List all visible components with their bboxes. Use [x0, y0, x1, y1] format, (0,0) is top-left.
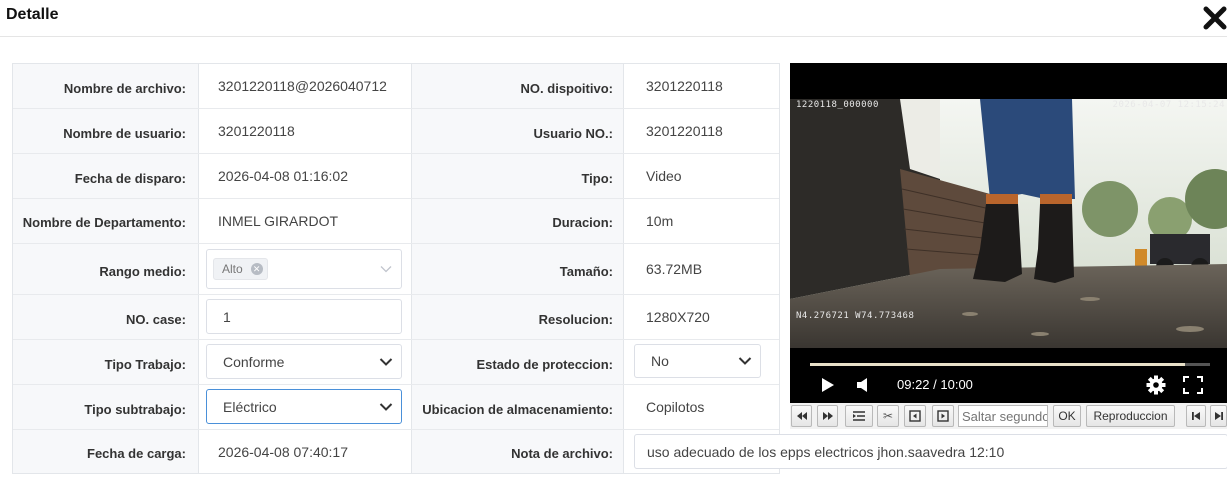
- osd-timestamp: 2026-04-07 12:15:24: [1112, 100, 1225, 110]
- label-rango-medio: Rango medio:: [99, 264, 186, 279]
- label-nombre-usuario: Nombre de usuario:: [63, 126, 186, 141]
- chevron-down-icon: [738, 357, 752, 365]
- volume-icon[interactable]: [856, 377, 870, 393]
- value-nombre-archivo: 3201220118@2026040712: [218, 78, 387, 94]
- label-tipo: Tipo:: [581, 171, 613, 186]
- clip-button[interactable]: ✂: [877, 405, 899, 427]
- chevron-down-icon: [379, 357, 393, 366]
- progress-fill: [810, 363, 1185, 366]
- progress-bar[interactable]: [810, 363, 1210, 366]
- dialog-title: Detalle: [6, 6, 59, 23]
- chevron-down-icon: [379, 402, 393, 411]
- tipo-trabajo-select[interactable]: Conforme: [206, 344, 402, 379]
- seek-ok-button[interactable]: OK: [1053, 405, 1081, 427]
- value-ubicacion: Copilotos: [646, 399, 705, 415]
- tipo-subtrabajo-select[interactable]: Eléctrico: [206, 389, 402, 424]
- osd-device-id: 1220118_000000: [796, 100, 879, 110]
- label-fecha-carga: Fecha de carga:: [87, 446, 186, 461]
- label-usuario-no: Usuario NO.:: [533, 126, 613, 141]
- first-frame-button[interactable]: [1186, 405, 1206, 427]
- label-departamento: Nombre de Departamento:: [22, 215, 186, 230]
- value-no-dispositivo: 3201220118: [646, 78, 723, 94]
- dialog-header: Detalle: [0, 0, 1227, 37]
- playback-button[interactable]: Reproduccion: [1086, 405, 1175, 427]
- chevron-down-icon: [380, 266, 392, 273]
- nota-archivo-input[interactable]: uso adecuado de los epps electricos jhon…: [634, 434, 1227, 469]
- tag-remove-icon[interactable]: ✕: [250, 263, 263, 275]
- label-no-case: NO. case:: [126, 312, 186, 327]
- label-resolucion: Resolucion:: [538, 312, 613, 327]
- settings-gear-icon[interactable]: [1146, 375, 1166, 395]
- value-tamano: 63.72MB: [646, 261, 703, 277]
- rango-medio-tag: Alto ✕: [213, 258, 268, 280]
- prev-frame-button[interactable]: [904, 405, 926, 427]
- detail-form: Nombre de archivo: 3201220118@2026040712…: [12, 63, 1227, 474]
- skip-end-icon: [1214, 412, 1223, 420]
- rewind-icon: [796, 412, 807, 420]
- label-fecha-disparo: Fecha de disparo:: [74, 171, 186, 186]
- label-no-dispositivo: NO. dispoitivo:: [520, 81, 613, 96]
- value-nombre-usuario: 3201220118: [218, 123, 295, 139]
- fullscreen-icon[interactable]: [1183, 376, 1203, 394]
- seek-seconds-input[interactable]: [958, 405, 1048, 427]
- list-icon: [853, 411, 865, 421]
- time-display: 09:22 / 10:00: [897, 377, 973, 392]
- last-frame-button[interactable]: [1210, 405, 1227, 427]
- scissors-icon: ✂: [882, 409, 894, 423]
- playlist-button[interactable]: [845, 405, 873, 427]
- label-duracion: Duracion:: [552, 215, 613, 230]
- value-fecha-carga: 2026-04-08 07:40:17: [218, 444, 348, 460]
- rewind-button[interactable]: [791, 405, 812, 427]
- no-case-input[interactable]: 1: [206, 299, 402, 334]
- playback-toolbar: ✂ OK Reproduccion: [790, 403, 1227, 429]
- video-player[interactable]: 1220118_000000 2026-04-07 12:15:24 N4.27…: [790, 63, 1227, 403]
- label-nombre-archivo: Nombre de archivo:: [63, 81, 186, 96]
- next-frame-button[interactable]: [932, 405, 954, 427]
- label-ubicacion: Ubicacion de almacenamiento:: [422, 402, 613, 417]
- value-fecha-disparo: 2026-04-08 01:16:02: [218, 168, 348, 184]
- label-nota-archivo: Nota de archivo:: [511, 446, 613, 461]
- label-tipo-subtrabajo: Tipo subtrabajo:: [84, 402, 186, 417]
- value-duracion: 10m: [646, 213, 674, 229]
- label-estado-proteccion: Estado de proteccion:: [476, 357, 613, 372]
- skip-start-icon: [1192, 412, 1200, 420]
- play-icon[interactable]: [821, 377, 835, 393]
- label-tipo-trabajo: Tipo Trabajo:: [104, 357, 186, 372]
- rango-medio-select[interactable]: Alto ✕: [206, 249, 402, 289]
- next-frame-icon: [937, 410, 949, 422]
- label-tamano: Tamaño:: [559, 264, 613, 279]
- value-tipo: Video: [646, 168, 682, 184]
- osd-gps: N4.276721 W74.773468: [796, 311, 915, 321]
- estado-proteccion-select[interactable]: No: [634, 344, 761, 378]
- value-resolucion: 1280X720: [646, 309, 710, 325]
- value-departamento: INMEL GIRARDOT: [218, 213, 339, 229]
- close-icon[interactable]: [1203, 4, 1227, 32]
- value-usuario-no: 3201220118: [646, 123, 723, 139]
- fast-forward-button[interactable]: [817, 405, 838, 427]
- fast-forward-icon: [822, 412, 833, 420]
- prev-frame-icon: [909, 410, 921, 422]
